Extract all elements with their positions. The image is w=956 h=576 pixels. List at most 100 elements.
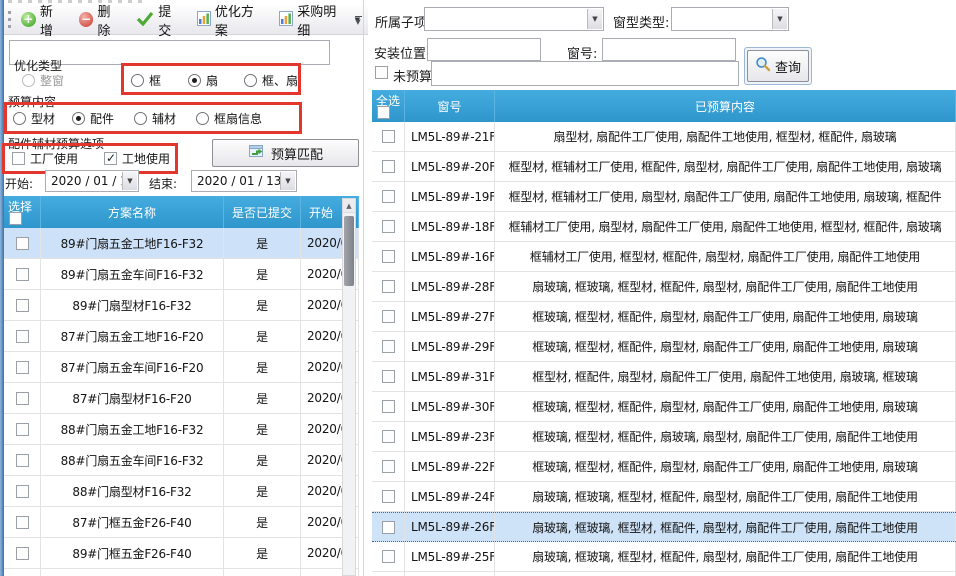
window-type-select[interactable] xyxy=(671,7,789,31)
row-checkbox[interactable] xyxy=(382,340,395,353)
radio-icon[interactable] xyxy=(22,74,35,87)
table-row[interactable]: 88#门扇五金车间F16-F32是2020/0 xyxy=(4,445,359,476)
row-checkbox[interactable] xyxy=(382,220,395,233)
row-checkbox[interactable] xyxy=(16,237,29,250)
row-checkbox[interactable] xyxy=(16,330,29,343)
table-row[interactable]: LM5L-89#-18F16框辅材工厂使用, 扇型材, 扇配件工厂使用, 扇配件… xyxy=(372,212,956,242)
radio-sash[interactable]: 扇 xyxy=(188,72,218,89)
radio-whole-window[interactable]: 整窗 xyxy=(22,72,64,89)
table-row[interactable]: 89#门扇型材F16-F32是2020/0 xyxy=(4,290,359,321)
row-checkbox[interactable] xyxy=(382,370,395,383)
row-checkbox[interactable] xyxy=(16,516,29,529)
chevron-down-icon[interactable] xyxy=(772,9,787,29)
budgeted-content-header[interactable]: 已预算内容 xyxy=(495,90,956,122)
table-row[interactable]: LM5L-89#-24F22扇玻璃, 框玻璃, 框型材, 框配件, 扇型材, 扇… xyxy=(372,482,956,512)
radio-accessory[interactable]: 配件 xyxy=(72,110,114,127)
table-row[interactable]: 89#门框五金F26-F40是2020/0 xyxy=(4,538,359,569)
budget-match-button[interactable]: 预算匹配 xyxy=(212,139,359,167)
table-row[interactable]: LM5L-89#-22F20框玻璃, 框型材, 框配件, 扇型材, 扇配件工厂使… xyxy=(372,452,956,482)
radio-icon[interactable] xyxy=(196,112,209,125)
end-date-picker[interactable]: 2020 / 01 / 13 xyxy=(191,170,297,192)
install-pos-input[interactable] xyxy=(427,38,541,61)
row-checkbox[interactable] xyxy=(16,485,29,498)
checkbox-icon[interactable] xyxy=(12,152,25,165)
not-budgeted-checkbox[interactable] xyxy=(375,66,388,79)
checkbox-site-use[interactable]: 工地使用 xyxy=(104,150,170,167)
add-button[interactable]: 新增 xyxy=(16,0,71,41)
row-checkbox[interactable] xyxy=(16,547,29,560)
row-checkbox[interactable] xyxy=(382,280,395,293)
row-checkbox[interactable] xyxy=(16,423,29,436)
chevron-down-icon[interactable] xyxy=(587,9,602,29)
scroll-up-icon[interactable] xyxy=(343,199,355,213)
row-checkbox[interactable] xyxy=(16,392,29,405)
row-checkbox[interactable] xyxy=(382,460,395,473)
radio-icon[interactable] xyxy=(134,112,147,125)
table-row[interactable]: LM5L-89#-31F29框型材, 框配件, 扇型材, 扇配件工厂使用, 扇配… xyxy=(372,362,956,392)
row-checkbox[interactable] xyxy=(382,400,395,413)
row-checkbox[interactable] xyxy=(16,361,29,374)
window-no-header[interactable]: 窗号 xyxy=(405,90,495,122)
not-budgeted-input[interactable] xyxy=(431,61,739,86)
row-checkbox[interactable] xyxy=(382,130,395,143)
checkbox-factory-use[interactable]: 工厂使用 xyxy=(12,150,78,167)
sub-item-select[interactable] xyxy=(424,7,604,31)
table-row[interactable]: 88#门扇型材F16-F32是2020/0 xyxy=(4,476,359,507)
row-checkbox[interactable] xyxy=(382,430,395,443)
table-row[interactable]: 88#门框五金F21-F40是2020/0 xyxy=(4,569,359,576)
table-row[interactable]: 89#门扇五金工地F16-F32是2020/0 xyxy=(4,228,359,259)
radio-icon[interactable] xyxy=(72,112,85,125)
radio-profile[interactable]: 型材 xyxy=(13,110,55,127)
plan-name-header[interactable]: 方案名称 xyxy=(41,196,224,228)
row-checkbox[interactable] xyxy=(382,190,395,203)
table-row[interactable]: LM5L-89#-23F21框玻璃, 框型材, 框配件, 扇玻璃, 扇型材, 扇… xyxy=(372,422,956,452)
row-checkbox[interactable] xyxy=(382,310,395,323)
row-checkbox[interactable] xyxy=(16,299,29,312)
table-row[interactable]: 87#门扇型材F16-F20是2020/0 xyxy=(4,383,359,414)
table-row[interactable]: LM5L-89#-26F24扇玻璃, 框玻璃, 框型材, 框配件, 扇型材, 扇… xyxy=(372,512,956,542)
delete-button[interactable]: 删除 xyxy=(74,0,129,41)
table-row[interactable]: LM5L-89#-25F23扇玻璃, 框玻璃, 框型材, 框配件, 扇型材, 扇… xyxy=(372,542,956,572)
table-row[interactable]: LM5L-89#-27F25框玻璃, 框型材, 框配件, 扇型材, 扇配件工厂使… xyxy=(372,302,956,332)
radio-frame-sash-info[interactable]: 框扇信息 xyxy=(196,110,262,127)
plan-table-scrollbar[interactable] xyxy=(342,198,356,576)
toolbar-grip[interactable] xyxy=(8,11,11,28)
table-row[interactable]: 87#门扇五金车间F16-F20是2020/0 xyxy=(4,352,359,383)
table-row[interactable]: LM5L-89#-28F26扇玻璃, 框玻璃, 框型材, 框配件, 扇型材, 扇… xyxy=(372,272,956,302)
row-checkbox[interactable] xyxy=(16,454,29,467)
radio-icon[interactable] xyxy=(131,74,144,87)
table-row[interactable]: LM5L-89#-16F15框辅材工厂使用, 框型材, 框配件, 扇型材, 扇配… xyxy=(372,242,956,272)
select-all-checkbox[interactable] xyxy=(377,106,390,119)
radio-icon[interactable] xyxy=(244,74,257,87)
radio-frame-sash[interactable]: 框、扇 xyxy=(244,72,298,89)
query-button[interactable]: 查询 xyxy=(744,47,812,85)
radio-icon[interactable] xyxy=(13,112,26,125)
table-row[interactable]: LM5L-89#-30F28框玻璃, 框型材, 框配件, 扇型材, 扇配件工厂使… xyxy=(372,392,956,422)
scrollbar-thumb[interactable] xyxy=(344,216,354,286)
row-checkbox[interactable] xyxy=(382,521,395,534)
radio-icon[interactable] xyxy=(188,74,201,87)
table-row[interactable]: 89#门扇五金车间F16-F32是2020/0 xyxy=(4,259,359,290)
row-checkbox[interactable] xyxy=(382,160,395,173)
radio-auxiliary[interactable]: 辅材 xyxy=(134,110,176,127)
row-checkbox[interactable] xyxy=(16,268,29,281)
row-checkbox[interactable] xyxy=(382,250,395,263)
table-row[interactable]: 87#门扇五金工地F16-F20是2020/0 xyxy=(4,321,359,352)
checkbox-icon[interactable] xyxy=(104,152,117,165)
table-row[interactable]: LM5L-89#-29F27框玻璃, 框型材, 框配件, 扇型材, 扇配件工厂使… xyxy=(372,332,956,362)
window-no-input[interactable] xyxy=(602,38,736,61)
row-checkbox[interactable] xyxy=(382,550,395,563)
start-date-picker[interactable]: 2020 / 01 / 1 xyxy=(45,170,139,192)
radio-frame[interactable]: 框 xyxy=(131,72,161,89)
table-row[interactable]: LM5L-89#-19F17框型材, 框辅材工厂使用, 扇型材, 扇配件工厂使用… xyxy=(372,182,956,212)
table-row[interactable]: 87#门框五金F26-F40是2020/0 xyxy=(4,507,359,538)
row-checkbox[interactable] xyxy=(382,490,395,503)
submit-button[interactable]: 提交 xyxy=(131,0,189,41)
optimize-plan-button[interactable]: 优化方案 xyxy=(192,0,271,41)
chevron-down-icon[interactable] xyxy=(122,172,137,190)
table-row[interactable]: LM5L-89#-21F19扇型材, 扇配件工厂使用, 扇配件工地使用, 框型材… xyxy=(372,122,956,152)
panel-splitter[interactable] xyxy=(363,0,364,576)
chevron-down-icon[interactable] xyxy=(280,172,295,190)
plan-submitted-header[interactable]: 是否已提交 xyxy=(224,196,301,228)
table-row[interactable]: 88#门扇五金工地F16-F32是2020/0 xyxy=(4,414,359,445)
